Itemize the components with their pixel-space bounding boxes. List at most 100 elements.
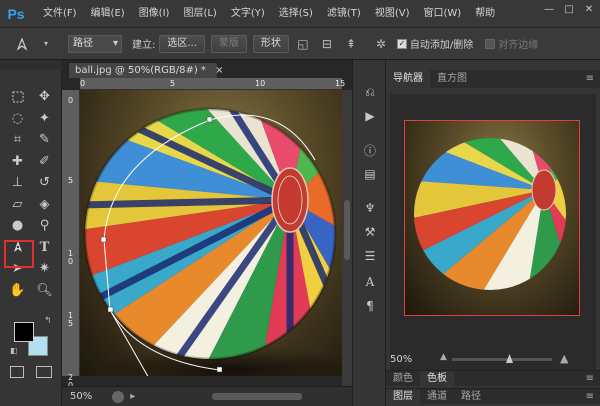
quick-mask-icon[interactable] bbox=[10, 366, 24, 378]
tab-histogram[interactable]: 直方图 bbox=[430, 70, 474, 88]
navigator-zoom-value[interactable]: 50% bbox=[390, 354, 412, 365]
menu-view[interactable]: 视图(V) bbox=[368, 0, 417, 28]
ruler-tick-label: 15 bbox=[335, 79, 346, 88]
zoom-slider-track[interactable] bbox=[452, 358, 552, 361]
vertical-scrollbar[interactable] bbox=[342, 90, 352, 386]
path-alignment-icon[interactable]: ⊟ bbox=[319, 36, 335, 52]
document-tab-title: ball.jpg @ 50%(RGB/8#) * bbox=[75, 65, 206, 76]
ruler-tick-label: 10 bbox=[255, 79, 266, 88]
menu-filter[interactable]: 滤镜(T) bbox=[320, 0, 368, 28]
panel-menu-icon[interactable]: ≡ bbox=[586, 371, 594, 386]
path-operations-icon[interactable]: ◱ bbox=[295, 36, 311, 52]
type-tool-icon[interactable]: T bbox=[31, 237, 58, 259]
auto-add-delete-checkbox[interactable]: ✓ 自动添加/删除 bbox=[396, 36, 473, 51]
checkbox-checked-icon: ✓ bbox=[396, 38, 407, 49]
gear-icon[interactable]: ✲ bbox=[373, 36, 389, 52]
zoom-out-icon[interactable]: ▲ bbox=[440, 352, 447, 362]
screen-mode-icon[interactable] bbox=[36, 366, 52, 378]
custom-shape-icon[interactable]: ✷ bbox=[31, 258, 58, 280]
panel-menu-icon[interactable]: ≡ bbox=[586, 389, 594, 404]
build-label: 建立: bbox=[132, 40, 156, 51]
ruler-tick-label: 1 0 bbox=[68, 249, 74, 266]
pen-tool-preset-icon[interactable] bbox=[14, 36, 30, 52]
brush-icon[interactable]: ✐ bbox=[31, 151, 58, 173]
tab-layers[interactable]: 图层 bbox=[386, 389, 420, 404]
ruler-tick-label: 1 5 bbox=[68, 311, 74, 328]
tool-presets-icon[interactable]: ⚒ bbox=[362, 224, 378, 240]
foreground-color-swatch[interactable] bbox=[14, 322, 34, 342]
vertical-scroll-thumb[interactable] bbox=[344, 200, 350, 260]
tab-swatches[interactable]: 色板 bbox=[420, 371, 454, 386]
swap-colors-icon[interactable]: ↰ bbox=[44, 316, 52, 326]
move-tool-icon[interactable]: ✥ bbox=[31, 86, 58, 108]
lasso-icon[interactable]: ◌ bbox=[4, 108, 31, 130]
path-arrangement-icon[interactable]: ⇞ bbox=[343, 36, 359, 52]
crop-icon[interactable]: ⌗ bbox=[4, 129, 31, 151]
make-selection-button[interactable]: 选区... bbox=[159, 34, 205, 53]
menu-help[interactable]: 帮助 bbox=[468, 0, 502, 28]
dodge-icon[interactable]: ⚲ bbox=[31, 215, 58, 237]
eraser-icon[interactable]: ▱ bbox=[4, 194, 31, 216]
close-tab-icon[interactable]: × bbox=[215, 65, 223, 76]
adjustments-panel-icon[interactable]: ☰ bbox=[362, 248, 378, 264]
zoom-in-icon[interactable]: ▲ bbox=[560, 352, 568, 365]
navigator-zoom-bar: 50% ▲ ▲ bbox=[386, 352, 600, 366]
chevron-down-icon[interactable]: ▾ bbox=[38, 36, 54, 52]
menu-edit[interactable]: 编辑(E) bbox=[84, 0, 132, 28]
horizontal-ruler[interactable]: 0 5 10 15 bbox=[80, 78, 346, 90]
image-canvas[interactable] bbox=[80, 90, 342, 376]
temari-ball-image bbox=[83, 107, 342, 376]
color-panel-tabs: 颜色 色板 ≡ bbox=[386, 370, 600, 386]
horizontal-scrollbar[interactable] bbox=[182, 390, 342, 403]
navigator-preview[interactable] bbox=[390, 94, 596, 382]
default-colors-icon[interactable]: ◧ bbox=[10, 346, 18, 355]
tab-paths[interactable]: 路径 bbox=[454, 389, 488, 404]
maximize-button[interactable]: □ bbox=[564, 5, 574, 15]
menu-file[interactable]: 文件(F) bbox=[36, 0, 84, 28]
properties-panel-icon[interactable]: ▤ bbox=[362, 166, 378, 182]
menu-layer[interactable]: 图层(L) bbox=[176, 0, 223, 28]
selected-tool-highlight bbox=[4, 240, 34, 268]
menu-type[interactable]: 文字(Y) bbox=[224, 0, 272, 28]
menu-image[interactable]: 图像(I) bbox=[132, 0, 177, 28]
hand-icon[interactable]: ✋ bbox=[4, 280, 31, 302]
tab-color[interactable]: 颜色 bbox=[386, 371, 420, 386]
history-brush-icon[interactable]: ↺ bbox=[31, 172, 58, 194]
tab-navigator[interactable]: 导航器 bbox=[386, 70, 430, 88]
vertical-ruler[interactable]: 0 5 1 0 1 5 2 0 bbox=[62, 90, 80, 390]
horizontal-scroll-thumb[interactable] bbox=[212, 393, 302, 400]
clone-stamp-icon[interactable]: ⊥ bbox=[4, 172, 31, 194]
menu-select[interactable]: 选择(S) bbox=[272, 0, 320, 28]
make-mask-button[interactable]: 蒙版 bbox=[210, 34, 247, 53]
history-panel-icon[interactable]: ⎌ bbox=[362, 84, 378, 100]
brush-presets-icon[interactable]: ♆ bbox=[362, 200, 378, 216]
rect-marquee-icon[interactable] bbox=[4, 86, 31, 108]
eyedropper-icon[interactable]: ✎ bbox=[31, 129, 58, 151]
actions-panel-icon[interactable]: ▶ bbox=[362, 108, 378, 124]
navigator-view-box[interactable] bbox=[404, 120, 580, 316]
panel-icon-strip: ⎌ ▶ ⓘ ▤ ♆ ⚒ ☰ A ¶ bbox=[352, 60, 386, 406]
tool-mode-select[interactable]: 路径 bbox=[68, 34, 122, 53]
make-shape-button[interactable]: 形状 bbox=[252, 34, 289, 53]
status-arrow-icon[interactable]: ▸ bbox=[130, 391, 135, 402]
blur-icon[interactable]: ● bbox=[4, 215, 31, 237]
close-button[interactable]: ✕ bbox=[584, 5, 594, 15]
photoshop-logo: Ps bbox=[7, 5, 25, 22]
zoom-icon[interactable]: 🔍︎ bbox=[31, 280, 58, 302]
document-zoom-value[interactable]: 50% bbox=[70, 391, 92, 402]
info-panel-icon[interactable]: ⓘ bbox=[362, 142, 378, 158]
minimize-button[interactable]: — bbox=[544, 5, 554, 15]
align-edges-checkbox[interactable]: 对齐边缘 bbox=[485, 36, 538, 51]
tab-channels[interactable]: 通道 bbox=[420, 389, 454, 404]
magic-wand-icon[interactable]: ✦ bbox=[31, 108, 58, 130]
document-tab[interactable]: ball.jpg @ 50%(RGB/8#) * × bbox=[68, 62, 224, 78]
character-panel-icon[interactable]: A bbox=[362, 274, 378, 290]
tools-panel-header[interactable] bbox=[0, 60, 62, 70]
panel-menu-icon[interactable]: ≡ bbox=[586, 70, 594, 88]
menu-window[interactable]: 窗口(W) bbox=[416, 0, 468, 28]
status-info-icon[interactable] bbox=[112, 390, 125, 403]
navigator-panel-tabs: 导航器 直方图 ≡ bbox=[386, 70, 600, 88]
healing-brush-icon[interactable]: ✚ bbox=[4, 151, 31, 173]
paint-bucket-icon[interactable]: ◈ bbox=[31, 194, 58, 216]
paragraph-panel-icon[interactable]: ¶ bbox=[362, 298, 378, 314]
